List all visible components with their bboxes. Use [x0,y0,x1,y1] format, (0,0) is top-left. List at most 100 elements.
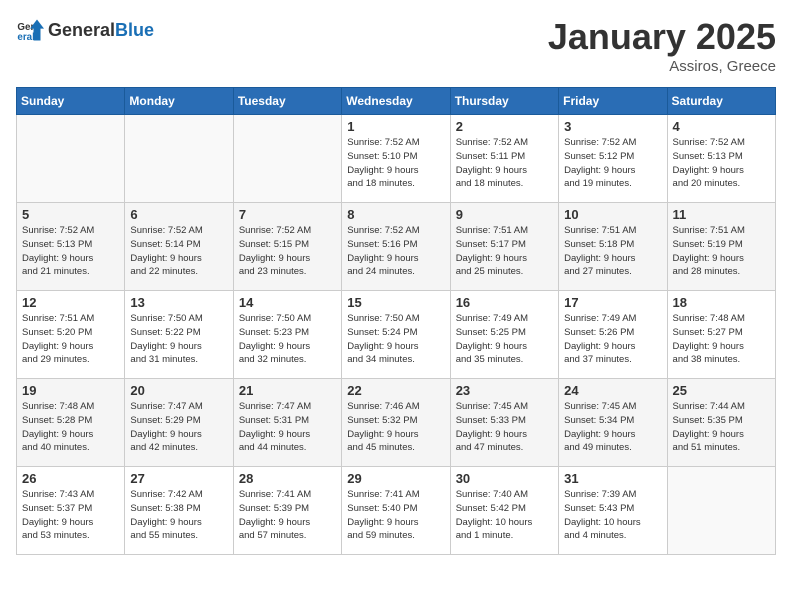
day-info: Sunrise: 7:44 AM Sunset: 5:35 PM Dayligh… [673,400,770,455]
svg-text:eral: eral [17,32,35,43]
day-number: 29 [347,471,444,486]
day-info: Sunrise: 7:41 AM Sunset: 5:39 PM Dayligh… [239,488,336,543]
day-info: Sunrise: 7:45 AM Sunset: 5:34 PM Dayligh… [564,400,661,455]
day-number: 23 [456,383,553,398]
day-info: Sunrise: 7:51 AM Sunset: 5:19 PM Dayligh… [673,224,770,279]
day-number: 17 [564,295,661,310]
calendar-cell: 27 Sunrise: 7:42 AM Sunset: 5:38 PM Dayli… [125,467,233,555]
day-info: Sunrise: 7:39 AM Sunset: 5:43 PM Dayligh… [564,488,661,543]
calendar-cell: 6 Sunrise: 7:52 AM Sunset: 5:14 PM Daylig… [125,203,233,291]
calendar-cell: 29 Sunrise: 7:41 AM Sunset: 5:40 PM Dayli… [342,467,450,555]
weekday-header: Thursday [450,88,558,115]
day-number: 25 [673,383,770,398]
day-number: 2 [456,119,553,134]
day-info: Sunrise: 7:52 AM Sunset: 5:13 PM Dayligh… [22,224,119,279]
day-number: 20 [130,383,227,398]
day-info: Sunrise: 7:41 AM Sunset: 5:40 PM Dayligh… [347,488,444,543]
calendar-cell: 23 Sunrise: 7:45 AM Sunset: 5:33 PM Dayli… [450,379,558,467]
calendar-cell: 15 Sunrise: 7:50 AM Sunset: 5:24 PM Dayli… [342,291,450,379]
day-info: Sunrise: 7:52 AM Sunset: 5:10 PM Dayligh… [347,136,444,191]
calendar-cell: 16 Sunrise: 7:49 AM Sunset: 5:25 PM Dayli… [450,291,558,379]
day-info: Sunrise: 7:48 AM Sunset: 5:28 PM Dayligh… [22,400,119,455]
calendar-cell: 21Sunrise: 7:47 AM Sunset: 5:31 PM Dayli… [233,379,341,467]
calendar-cell: 26 Sunrise: 7:43 AM Sunset: 5:37 PM Dayli… [17,467,125,555]
title-area: January 2025 Assiros, Greece [548,16,776,75]
calendar-cell: 9Sunrise: 7:51 AM Sunset: 5:17 PM Daylig… [450,203,558,291]
day-number: 6 [130,207,227,222]
day-info: Sunrise: 7:49 AM Sunset: 5:25 PM Dayligh… [456,312,553,367]
calendar-cell [125,115,233,203]
day-info: Sunrise: 7:46 AM Sunset: 5:32 PM Dayligh… [347,400,444,455]
calendar-cell: 22 Sunrise: 7:46 AM Sunset: 5:32 PM Dayli… [342,379,450,467]
day-info: Sunrise: 7:43 AM Sunset: 5:37 PM Dayligh… [22,488,119,543]
calendar-cell: 8Sunrise: 7:52 AM Sunset: 5:16 PM Daylig… [342,203,450,291]
weekday-header: Saturday [667,88,775,115]
calendar-cell: 12 Sunrise: 7:51 AM Sunset: 5:20 PM Dayli… [17,291,125,379]
day-number: 30 [456,471,553,486]
day-info: Sunrise: 7:52 AM Sunset: 5:15 PM Dayligh… [239,224,336,279]
day-number: 22 [347,383,444,398]
calendar-cell: 7 Sunrise: 7:52 AM Sunset: 5:15 PM Daylig… [233,203,341,291]
day-info: Sunrise: 7:51 AM Sunset: 5:17 PM Dayligh… [456,224,553,279]
calendar-cell: 3Sunrise: 7:52 AM Sunset: 5:12 PM Daylig… [559,115,667,203]
calendar-cell: 20 Sunrise: 7:47 AM Sunset: 5:29 PM Dayli… [125,379,233,467]
day-number: 16 [456,295,553,310]
day-number: 14 [239,295,336,310]
day-number: 21 [239,383,336,398]
day-info: Sunrise: 7:51 AM Sunset: 5:20 PM Dayligh… [22,312,119,367]
calendar-cell: 28 Sunrise: 7:41 AM Sunset: 5:39 PM Dayli… [233,467,341,555]
weekday-header: Sunday [17,88,125,115]
day-info: Sunrise: 7:50 AM Sunset: 5:24 PM Dayligh… [347,312,444,367]
day-number: 4 [673,119,770,134]
calendar-table: SundayMondayTuesdayWednesdayThursdayFrid… [16,87,776,555]
weekday-header: Wednesday [342,88,450,115]
calendar-cell: 13 Sunrise: 7:50 AM Sunset: 5:22 PM Dayli… [125,291,233,379]
calendar-cell: 19 Sunrise: 7:48 AM Sunset: 5:28 PM Dayli… [17,379,125,467]
calendar-cell: 5 Sunrise: 7:52 AM Sunset: 5:13 PM Daylig… [17,203,125,291]
day-number: 24 [564,383,661,398]
day-info: Sunrise: 7:42 AM Sunset: 5:38 PM Dayligh… [130,488,227,543]
day-info: Sunrise: 7:45 AM Sunset: 5:33 PM Dayligh… [456,400,553,455]
day-number: 26 [22,471,119,486]
day-info: Sunrise: 7:48 AM Sunset: 5:27 PM Dayligh… [673,312,770,367]
calendar-cell: 24 Sunrise: 7:45 AM Sunset: 5:34 PM Dayli… [559,379,667,467]
logo: Gen eral GeneralBlue [16,16,154,44]
logo-icon: Gen eral [16,16,44,44]
weekday-header: Tuesday [233,88,341,115]
weekday-header: Friday [559,88,667,115]
calendar-cell: 30 Sunrise: 7:40 AM Sunset: 5:42 PM Dayli… [450,467,558,555]
day-number: 27 [130,471,227,486]
day-number: 8 [347,207,444,222]
day-number: 15 [347,295,444,310]
day-info: Sunrise: 7:52 AM Sunset: 5:14 PM Dayligh… [130,224,227,279]
calendar-cell [667,467,775,555]
calendar-cell: 11Sunrise: 7:51 AM Sunset: 5:19 PM Dayli… [667,203,775,291]
calendar-subtitle: Assiros, Greece [548,58,776,75]
day-number: 12 [22,295,119,310]
day-number: 18 [673,295,770,310]
day-info: Sunrise: 7:40 AM Sunset: 5:42 PM Dayligh… [456,488,553,543]
day-number: 10 [564,207,661,222]
calendar-cell: 4 Sunrise: 7:52 AM Sunset: 5:13 PM Daylig… [667,115,775,203]
day-info: Sunrise: 7:49 AM Sunset: 5:26 PM Dayligh… [564,312,661,367]
day-info: Sunrise: 7:51 AM Sunset: 5:18 PM Dayligh… [564,224,661,279]
day-info: Sunrise: 7:50 AM Sunset: 5:22 PM Dayligh… [130,312,227,367]
day-number: 5 [22,207,119,222]
day-number: 7 [239,207,336,222]
calendar-cell [17,115,125,203]
day-number: 1 [347,119,444,134]
day-number: 19 [22,383,119,398]
calendar-cell: 10 Sunrise: 7:51 AM Sunset: 5:18 PM Dayli… [559,203,667,291]
calendar-cell: 14Sunrise: 7:50 AM Sunset: 5:23 PM Dayli… [233,291,341,379]
day-info: Sunrise: 7:52 AM Sunset: 5:13 PM Dayligh… [673,136,770,191]
calendar-cell: 25 Sunrise: 7:44 AM Sunset: 5:35 PM Dayli… [667,379,775,467]
day-info: Sunrise: 7:47 AM Sunset: 5:29 PM Dayligh… [130,400,227,455]
day-number: 13 [130,295,227,310]
calendar-cell [233,115,341,203]
day-info: Sunrise: 7:52 AM Sunset: 5:11 PM Dayligh… [456,136,553,191]
calendar-cell: 31 Sunrise: 7:39 AM Sunset: 5:43 PM Dayli… [559,467,667,555]
day-number: 28 [239,471,336,486]
header: Gen eral GeneralBlue January 2025 Assiro… [16,16,776,75]
day-info: Sunrise: 7:52 AM Sunset: 5:12 PM Dayligh… [564,136,661,191]
day-number: 31 [564,471,661,486]
